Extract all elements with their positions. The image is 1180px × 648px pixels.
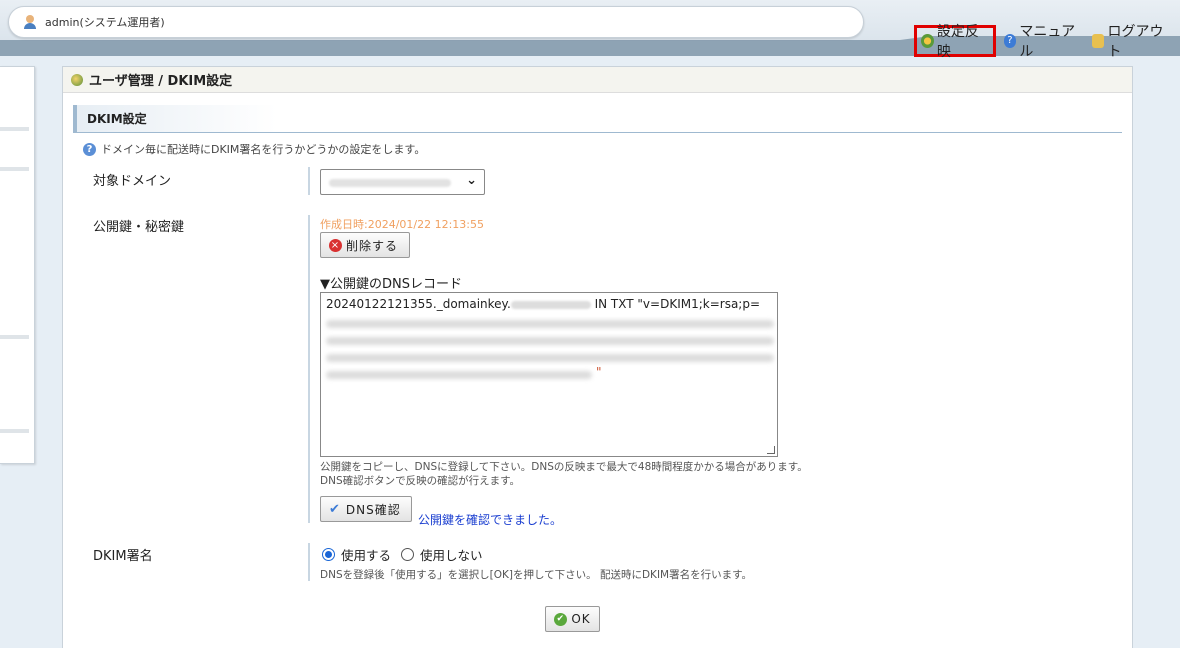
breadcrumb: ユーザ管理 / DKIM設定 bbox=[89, 74, 233, 89]
dns-record-suffix: IN TXT "v=DKIM1;k=rsa;p= bbox=[594, 297, 761, 311]
panel-header: ユーザ管理 / DKIM設定 bbox=[63, 67, 1132, 93]
logout-link[interactable]: ログアウト bbox=[1091, 21, 1172, 61]
sidebar-divider bbox=[0, 167, 29, 171]
domain-select-value-redacted bbox=[329, 179, 451, 187]
sidebar-divider bbox=[0, 429, 29, 433]
redacted-domain bbox=[510, 300, 591, 309]
dns-record-prefix: 20240122121355._domainkey. bbox=[326, 297, 511, 311]
info-icon: ? bbox=[83, 142, 96, 156]
user-info-bar: admin(システム運用者) bbox=[8, 6, 864, 38]
sidebar-divider bbox=[0, 335, 29, 339]
dkim-sign-note: DNSを登録後「使用する」を選択し[OK]を押して下さい。 配送時にDKIM署名… bbox=[320, 569, 753, 581]
redacted-key-line bbox=[326, 371, 592, 379]
section-title: DKIM設定 bbox=[73, 105, 1122, 133]
dkim-sign-options: 使用する 使用しない bbox=[322, 545, 483, 564]
user-icon bbox=[23, 15, 37, 29]
dns-note-1: 公開鍵をコピーし、DNSに登録して下さい。DNSの反映まで最大で48時間程度かか… bbox=[320, 461, 808, 473]
keys-label: 公開鍵・秘密鍵 bbox=[93, 220, 185, 235]
radio-use-label[interactable]: 使用する bbox=[341, 545, 391, 564]
resize-handle[interactable] bbox=[767, 446, 775, 454]
reflect-settings-link[interactable]: 設定反映 bbox=[914, 24, 996, 60]
sidebar bbox=[0, 66, 35, 464]
redacted-key-line bbox=[326, 320, 774, 328]
manual-label: マニュアル bbox=[1019, 24, 1076, 60]
manual-link[interactable]: ? マニュアル bbox=[1003, 21, 1084, 61]
redacted-key-line bbox=[326, 337, 774, 345]
logout-icon bbox=[1091, 34, 1105, 48]
description-text: ドメイン毎に配送時にDKIM署名を行うかどうかの設定をします。 bbox=[101, 143, 426, 156]
row-divider bbox=[308, 543, 310, 581]
dns-note-2: DNS確認ボタンで反映の確認が行えます。 bbox=[320, 475, 521, 487]
page-icon bbox=[71, 73, 83, 86]
reflect-icon bbox=[921, 34, 934, 48]
radio-not-use-label[interactable]: 使用しない bbox=[420, 545, 483, 564]
reflect-settings-label: 設定反映 bbox=[936, 24, 979, 60]
dns-record-line: 20240122121355._domainkey. IN TXT "v=DKI… bbox=[326, 297, 772, 311]
ok-button[interactable]: ✔ OK bbox=[545, 606, 600, 632]
radio-not-use[interactable] bbox=[401, 548, 415, 561]
main-panel: ユーザ管理 / DKIM設定 DKIM設定 ? ドメイン毎に配送時にDKIM署名… bbox=[62, 66, 1133, 648]
ok-icon: ✔ bbox=[554, 612, 568, 626]
dkim-sign-label: DKIM署名 bbox=[93, 549, 153, 564]
domain-select[interactable]: ⌄ bbox=[320, 169, 485, 195]
dns-check-result: 公開鍵を確認できました。 bbox=[418, 513, 563, 527]
check-icon: ✔ bbox=[329, 501, 341, 517]
row-divider bbox=[308, 215, 310, 523]
dns-check-button[interactable]: ✔ DNS確認 bbox=[320, 496, 412, 522]
radio-use[interactable] bbox=[322, 548, 335, 561]
dns-record-end: " bbox=[596, 365, 602, 379]
domain-label: 対象ドメイン bbox=[93, 174, 172, 189]
dns-record-textarea[interactable]: 20240122121355._domainkey. IN TXT "v=DKI… bbox=[320, 292, 778, 457]
delete-icon: × bbox=[329, 238, 342, 252]
top-bar: admin(システム運用者) 設定反映 ? マニュアル ログアウト bbox=[0, 0, 1180, 60]
logout-label: ログアウト bbox=[1107, 24, 1164, 60]
redacted-key-line bbox=[326, 354, 774, 362]
dns-record-heading: ▼公開鍵のDNSレコード bbox=[320, 277, 462, 292]
dns-check-label: DNS確認 bbox=[345, 502, 401, 517]
delete-button-label: 削除する bbox=[346, 238, 399, 253]
header-links: 設定反映 ? マニュアル ログアウト bbox=[914, 24, 1180, 60]
sidebar-divider bbox=[0, 127, 29, 131]
redacted-key-last: " bbox=[326, 362, 772, 379]
created-timestamp: 作成日時:2024/01/22 12:13:55 bbox=[320, 218, 485, 231]
help-icon: ? bbox=[1003, 34, 1017, 48]
delete-keys-button[interactable]: × 削除する bbox=[320, 232, 410, 258]
ok-button-label: OK bbox=[571, 612, 591, 626]
section-description: ? ドメイン毎に配送時にDKIM署名を行うかどうかの設定をします。 bbox=[83, 141, 425, 157]
row-divider bbox=[308, 167, 310, 195]
user-name: admin(システム運用者) bbox=[45, 16, 165, 29]
chevron-down-icon: ⌄ bbox=[466, 173, 477, 188]
